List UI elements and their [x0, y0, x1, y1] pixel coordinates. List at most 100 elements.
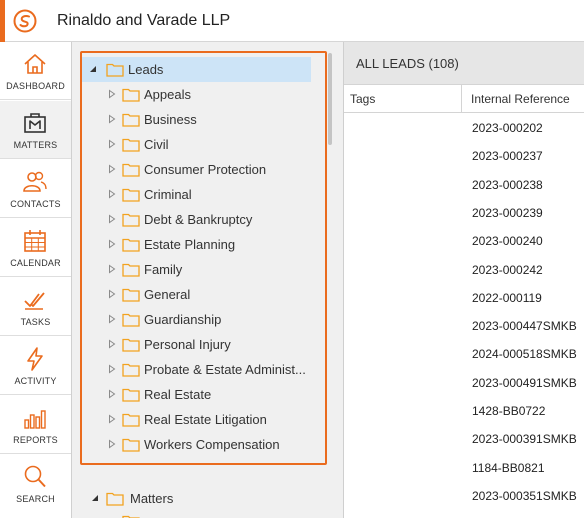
- collapsed-caret-icon[interactable]: [107, 339, 117, 349]
- tree-item-label: Guardianship: [144, 312, 222, 327]
- internal-reference-cell: 2023-000239: [472, 206, 543, 220]
- collapsed-caret-icon[interactable]: [107, 289, 117, 299]
- table-row[interactable]: 2023-000237: [344, 142, 584, 170]
- table-row[interactable]: 2023-000238: [344, 171, 584, 199]
- tree-item[interactable]: Family: [82, 257, 311, 282]
- tree-item[interactable]: Civil: [82, 132, 311, 157]
- tree-item-matters[interactable]: Matters: [90, 487, 290, 511]
- nav-reports[interactable]: REPORTS: [0, 396, 71, 454]
- collapsed-caret-icon[interactable]: [107, 164, 117, 174]
- app-window: Rinaldo and Varade LLP DASHBOARD MATTERS: [0, 0, 584, 518]
- collapsed-caret-icon[interactable]: [107, 389, 117, 399]
- nav-label: DASHBOARD: [6, 81, 65, 91]
- main-nav: DASHBOARD MATTERS CONTACTS CALENDAR TASK…: [0, 42, 72, 518]
- table-row[interactable]: 1184-BB0821: [344, 454, 584, 482]
- people-icon: [23, 171, 47, 192]
- table-row[interactable]: 2023-000491SMKB: [344, 369, 584, 397]
- tree-item-label: Real Estate: [144, 387, 212, 402]
- tree-scrollbar[interactable]: [328, 53, 332, 145]
- nav-search[interactable]: SEARCH: [0, 455, 71, 513]
- internal-reference-cell: 1428-BB0722: [472, 404, 546, 418]
- folder-icon: [122, 138, 140, 152]
- nav-activity[interactable]: ACTIVITY: [0, 337, 71, 395]
- tree-item[interactable]: Criminal: [82, 182, 311, 207]
- table-row[interactable]: 2024-000518SMKB: [344, 340, 584, 368]
- collapsed-caret-icon[interactable]: [107, 314, 117, 324]
- tree-item[interactable]: Real Estate: [82, 382, 311, 407]
- collapsed-caret-icon[interactable]: [107, 114, 117, 124]
- tree-item[interactable]: Debt & Bankruptcy: [82, 207, 311, 232]
- briefcase-icon: [24, 113, 46, 133]
- collapsed-caret-icon[interactable]: [107, 264, 117, 274]
- tree-item[interactable]: Estate Planning: [82, 232, 311, 257]
- collapsed-caret-icon[interactable]: [107, 414, 117, 424]
- tree-item-label: Personal Injury: [144, 337, 231, 352]
- expanded-caret-icon[interactable]: [88, 64, 98, 74]
- collapsed-caret-icon[interactable]: [107, 439, 117, 449]
- collapsed-caret-icon[interactable]: [107, 364, 117, 374]
- tree-item-label: Leads: [128, 62, 164, 77]
- list-header: ALL LEADS (108): [344, 42, 584, 85]
- tree-item[interactable]: Appeals: [82, 82, 311, 107]
- table-row[interactable]: 2023-000240: [344, 227, 584, 255]
- nav-dashboard[interactable]: DASHBOARD: [0, 42, 71, 100]
- tree-item[interactable]: Workers Compensation: [82, 432, 311, 457]
- tree-item-label: Civil: [144, 137, 169, 152]
- house-icon: [24, 54, 46, 74]
- table-row[interactable]: 2023-000202: [344, 114, 584, 142]
- collapsed-caret-icon[interactable]: [107, 239, 117, 249]
- table-row[interactable]: 2022-000119: [344, 284, 584, 312]
- tree-item[interactable]: Probate & Estate Administ...: [82, 357, 311, 382]
- tree-item-label: Real Estate Litigation: [144, 412, 267, 427]
- table-row[interactable]: 2023-000239: [344, 199, 584, 227]
- collapsed-caret-icon[interactable]: [107, 189, 117, 199]
- column-header-internal-reference[interactable]: Internal Reference: [471, 92, 570, 106]
- internal-reference-cell: 1184-BB0821: [472, 461, 545, 475]
- lightning-icon: [27, 347, 43, 371]
- internal-reference-cell: 2023-000237: [472, 149, 543, 163]
- folder-icon: [122, 313, 140, 327]
- nav-calendar[interactable]: CALENDAR: [0, 219, 71, 277]
- column-divider[interactable]: [461, 85, 462, 113]
- table-row[interactable]: 1428-BB0722: [344, 397, 584, 425]
- tree-item-label: General: [144, 287, 191, 302]
- tree-item[interactable]: Personal Injury: [82, 332, 311, 357]
- collapsed-caret-icon[interactable]: [107, 139, 117, 149]
- nav-label: SEARCH: [16, 494, 55, 504]
- tree-item-label: Matters: [130, 491, 174, 506]
- tree-item[interactable]: Consumer Protection: [82, 157, 311, 182]
- tree-item[interactable]: Real Estate Litigation: [82, 407, 311, 432]
- folder-icon: [122, 363, 140, 377]
- list-title: ALL LEADS (108): [356, 56, 459, 71]
- nav-matters[interactable]: MATTERS: [0, 101, 71, 159]
- collapsed-caret-icon[interactable]: [107, 214, 117, 224]
- tree-item[interactable]: General: [82, 282, 311, 307]
- leads-list-pane: ALL LEADS (108) Tags Internal Reference …: [344, 42, 584, 518]
- firm-logo-icon[interactable]: [13, 9, 37, 33]
- column-header-tags[interactable]: Tags: [350, 92, 375, 106]
- collapsed-caret-icon[interactable]: [107, 89, 117, 99]
- column-headers: Tags Internal Reference: [344, 85, 584, 113]
- table-row[interactable]: 2023-000391SMKB: [344, 425, 584, 453]
- folder-tree-pane: Leads Appeals Business Civil Consumer Prote…: [72, 42, 344, 518]
- expanded-caret-icon[interactable]: [90, 493, 100, 503]
- search-icon: [24, 465, 46, 488]
- tree-item-leads[interactable]: Leads: [82, 57, 311, 82]
- folder-icon: [122, 263, 140, 277]
- tree-item[interactable]: Guardianship: [82, 307, 311, 332]
- nav-contacts[interactable]: CONTACTS: [0, 160, 71, 218]
- internal-reference-cell: 2023-000491SMKB: [472, 376, 577, 390]
- nav-label: ACTIVITY: [14, 376, 57, 386]
- folder-icon: [122, 188, 140, 202]
- firm-name: Rinaldo and Varade LLP: [57, 12, 231, 29]
- nav-label: TASKS: [20, 317, 51, 327]
- table-row[interactable]: 2023-000447SMKB: [344, 312, 584, 340]
- tree-item[interactable]: Business: [82, 107, 311, 132]
- table-row[interactable]: 2023-000242: [344, 256, 584, 284]
- internal-reference-cell: 2023-000447SMKB: [472, 319, 577, 333]
- table-row[interactable]: 2023-000201: [344, 510, 584, 518]
- tree-item-label: Family: [144, 262, 183, 277]
- table-row[interactable]: 2023-000351SMKB: [344, 482, 584, 510]
- nav-tasks[interactable]: TASKS: [0, 278, 71, 336]
- leads-tree-highlight: Leads Appeals Business Civil Consumer Prote…: [80, 51, 327, 465]
